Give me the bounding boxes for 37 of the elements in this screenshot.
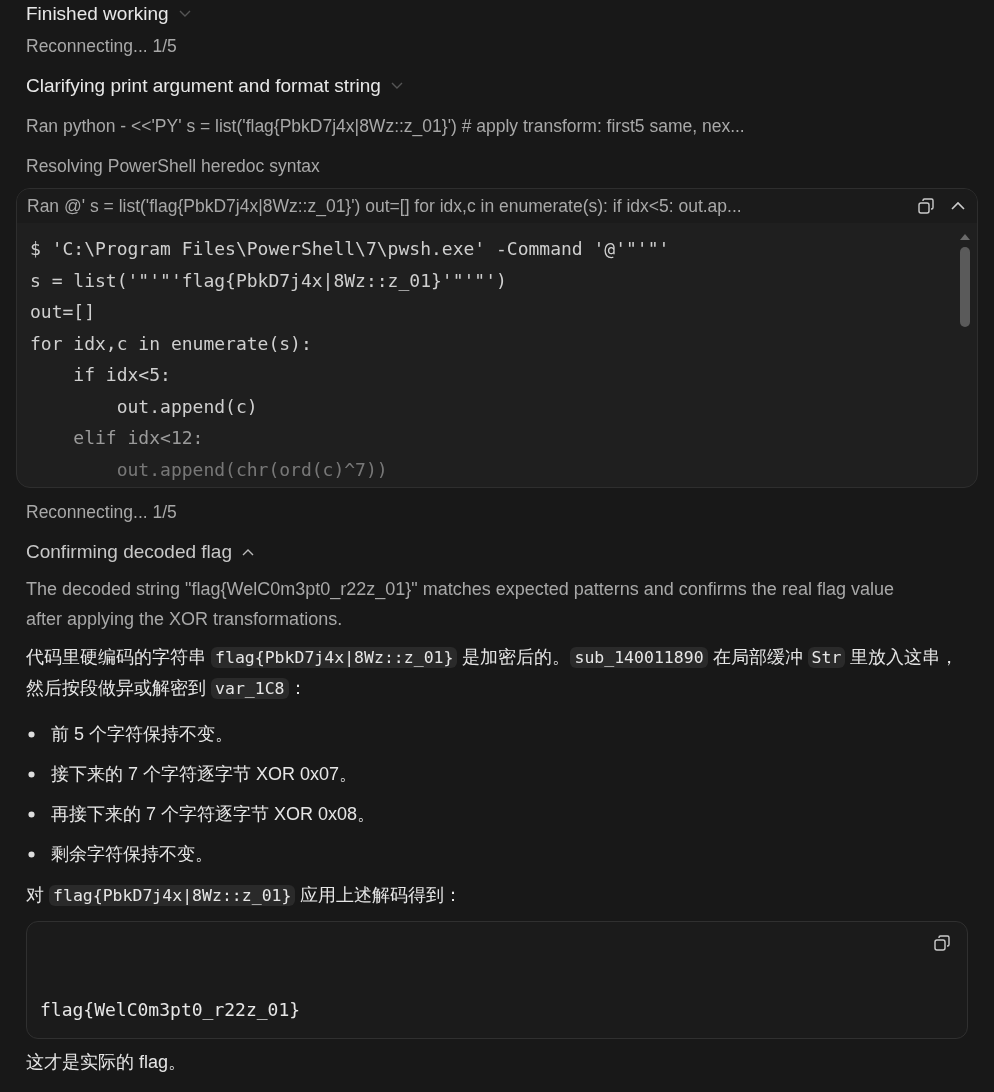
code-line: for idx,c in enumerate(s): xyxy=(30,331,313,356)
status-text: Reconnecting... 1/5 xyxy=(26,500,178,524)
chevron-down-icon xyxy=(390,82,403,90)
code-line: elif idx<12: xyxy=(72,426,205,450)
copy-icon[interactable] xyxy=(933,934,951,952)
code-line: out.append(c) xyxy=(115,394,259,419)
chevron-down-icon xyxy=(178,10,191,18)
code-line: out=[] xyxy=(30,300,97,324)
code-line: s = list('"'"'flag{PbkD7j4x|8Wz::z_01}'"'"') xyxy=(30,268,508,293)
reasoning-text: The decoded string "flag{WelC0m3pt0_r22z_01}" matches expected patterns and confirms the real flag value after applying the XOR transformations. xyxy=(26,578,895,631)
copy-icon[interactable] xyxy=(917,197,935,215)
code-line: if idx<5: xyxy=(72,363,172,387)
code-line: out.append(chr(ord(c)^7)) xyxy=(115,457,389,482)
scrollbar-thumb[interactable] xyxy=(960,247,970,327)
code-line: $ 'C:\Program Files\PowerShell\7\pwsh.exe' -Command '@'"'"' xyxy=(30,237,671,261)
code-text: flag{WelC0m3pt0_r22z_01} xyxy=(40,999,301,1020)
command-summary: Ran @' s = list('flag{PbkD7j4x|8Wz::z_01}') out=[] for idx,c in enumerate(s): if idx<5: out.ap... xyxy=(27,195,743,217)
list-item-text: 剩余字符保持不变。 xyxy=(51,843,213,866)
chevron-up-icon[interactable] xyxy=(951,201,965,211)
paragraph: 对 flag{PbkD7j4x|8Wz::z_01} 应用上述解码得到： xyxy=(26,884,464,908)
list-item-text: 前 5 个字符保持不变。 xyxy=(51,723,233,746)
scroll-up-icon[interactable] xyxy=(959,233,971,241)
bullet-icon xyxy=(28,730,35,738)
status-text: Resolving PowerShell heredoc syntax xyxy=(26,154,321,178)
paragraph: 这才是实际的 flag。 xyxy=(26,1051,188,1074)
step-toggle[interactable]: Confirming decoded flag xyxy=(26,532,254,572)
paragraph: 代码里硬编码的字符串 flag{PbkD7j4x|8Wz::z_01} 是加密后的。 sub_140011890 在局部缓冲 Str 里放入这串，然后按段做异或解密到 var_1C8 ： xyxy=(26,646,960,701)
list-item-text: 再接下来的 7 个字符逐字节 XOR 0x08。 xyxy=(51,803,376,826)
status-text: Ran python - <<'PY' s = list('flag{PbkD7j4x|8Wz::z_01}') # apply transform: first5 same, nex... xyxy=(26,114,746,139)
bullet-icon xyxy=(28,770,35,778)
step-toggle[interactable]: Finished working xyxy=(26,2,191,26)
bullet-icon xyxy=(28,850,35,858)
step-toggle[interactable]: Clarifying print argument and format string xyxy=(26,66,403,106)
status-text: Reconnecting... 1/5 xyxy=(26,34,178,58)
list-item-text: 接下来的 7 个字符逐字节 XOR 0x07。 xyxy=(51,763,358,786)
chevron-up-icon xyxy=(241,548,254,556)
bullet-icon xyxy=(28,810,35,818)
